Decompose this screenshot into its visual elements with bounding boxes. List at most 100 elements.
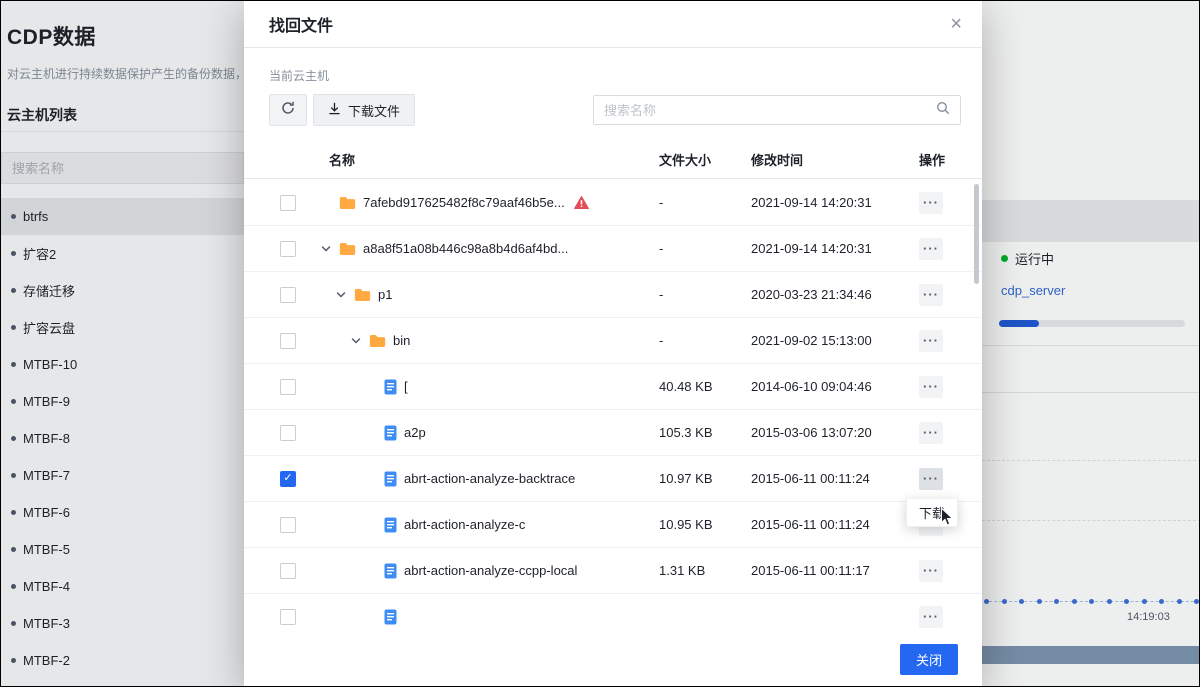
action-cell: ··· (919, 192, 957, 214)
action-cell: ··· (919, 422, 957, 444)
file-modified: 2015-06-11 00:11:17 (751, 563, 919, 578)
download-menu-item[interactable]: 下载 (906, 498, 958, 527)
file-icon (384, 517, 397, 533)
file-row: ✓ abrt-action-analyze-c 10.95 KB 2015-06… (244, 502, 982, 548)
column-header-modified: 修改时间 (751, 150, 919, 169)
file-table-body: ✓ 7afebd917625482f8c79aaf46b5e... - 2021… (244, 180, 982, 631)
row-checkbox[interactable]: ✓ (280, 333, 296, 349)
row-indent (314, 524, 359, 525)
file-name: bin (393, 333, 410, 348)
name-cell: abrt-action-analyze-backtrace (314, 471, 659, 487)
table-header: 名称 文件大小 修改时间 操作 (244, 141, 982, 179)
row-more-button[interactable]: ··· (919, 330, 943, 352)
file-row: ✓ 7afebd917625482f8c79aaf46b5e... - 2021… (244, 180, 982, 226)
file-modified: 2015-06-11 00:11:24 (751, 471, 919, 486)
file-row: ✓ [ 40.48 KB 2014-06-10 09:04:46 ··· (244, 364, 982, 410)
row-indent (314, 478, 359, 479)
checkbox-cell: ✓ (280, 517, 314, 533)
action-cell: ··· (919, 330, 957, 352)
row-more-button[interactable]: ··· (919, 376, 943, 398)
file-icon (384, 609, 397, 625)
file-search-input[interactable] (604, 103, 936, 118)
file-row: ✓ ··· (244, 594, 982, 631)
file-size: 40.48 KB (659, 379, 751, 394)
row-more-button[interactable]: ··· (919, 606, 943, 628)
row-checkbox[interactable]: ✓ (280, 287, 296, 303)
toolbar: 下载文件 (269, 94, 961, 126)
more-icon: ··· (923, 196, 939, 209)
file-modified: 2020-03-23 21:34:46 (751, 287, 919, 302)
download-files-button[interactable]: 下载文件 (313, 94, 415, 126)
chevron-down-icon[interactable] (351, 336, 362, 346)
file-modified: 2021-09-02 15:13:00 (751, 333, 919, 348)
checkbox-cell: ✓ (280, 333, 314, 349)
close-icon[interactable]: × (950, 14, 962, 34)
checkbox-cell: ✓ (280, 287, 314, 303)
file-name: abrt-action-analyze-ccpp-local (404, 563, 577, 578)
row-more-button[interactable]: ··· (919, 560, 943, 582)
more-icon: ··· (923, 564, 939, 577)
checkbox-cell: ✓ (280, 563, 314, 579)
more-icon: ··· (923, 426, 939, 439)
more-icon: ··· (923, 610, 939, 623)
more-icon: ··· (923, 472, 939, 485)
check-icon: ✓ (283, 473, 292, 484)
row-more-button[interactable]: ··· (919, 422, 943, 444)
file-icon (384, 379, 397, 395)
row-checkbox[interactable]: ✓ (280, 517, 296, 533)
file-name: abrt-action-analyze-c (404, 517, 525, 532)
folder-icon (339, 242, 356, 256)
refresh-button[interactable] (269, 94, 307, 126)
table-scrollbar[interactable] (974, 184, 979, 284)
file-icon (384, 425, 397, 441)
more-icon: ··· (923, 288, 939, 301)
row-checkbox[interactable]: ✓ (280, 609, 296, 625)
retrieve-files-modal: 找回文件 × 当前云主机 下载文件 (244, 1, 982, 687)
file-modified: 2015-06-11 00:11:24 (751, 517, 919, 532)
file-row: ✓ a8a8f51a08b446c98a8b4d6af4bd... - 2021… (244, 226, 982, 272)
name-cell: bin (314, 333, 659, 348)
chevron-down-icon[interactable] (336, 290, 347, 300)
folder-icon (354, 288, 371, 302)
row-more-button[interactable]: ··· (919, 284, 943, 306)
name-cell: abrt-action-analyze-ccpp-local (314, 563, 659, 579)
current-host-label: 当前云主机 (269, 67, 329, 84)
folder-icon (369, 334, 386, 348)
folder-icon (339, 196, 356, 210)
file-size: 10.97 KB (659, 471, 751, 486)
row-checkbox[interactable]: ✓ (280, 471, 296, 487)
chevron-down-icon[interactable] (321, 244, 332, 254)
refresh-icon (281, 101, 295, 120)
modal-header: 找回文件 × (244, 1, 982, 48)
file-row: ✓ abrt-action-analyze-ccpp-local 1.31 KB… (244, 548, 982, 594)
file-name: abrt-action-analyze-backtrace (404, 471, 575, 486)
file-size: 105.3 KB (659, 425, 751, 440)
column-header-actions: 操作 (919, 150, 957, 169)
download-icon (328, 102, 341, 118)
screen: CDP数据 对云主机进行持续数据保护产生的备份数据，存放 云主机列表 btrfs… (0, 0, 1200, 687)
row-checkbox[interactable]: ✓ (280, 379, 296, 395)
row-more-button[interactable]: ··· (919, 238, 943, 260)
file-row: ✓ abrt-action-analyze-backtrace 10.97 KB… (244, 456, 982, 502)
file-name: a8a8f51a08b446c98a8b4d6af4bd... (363, 241, 568, 256)
file-icon (384, 563, 397, 579)
row-more-button[interactable]: ··· (919, 192, 943, 214)
close-button[interactable]: 关闭 (900, 644, 958, 675)
checkbox-cell: ✓ (280, 425, 314, 441)
more-icon: ··· (923, 242, 939, 255)
row-checkbox[interactable]: ✓ (280, 425, 296, 441)
row-checkbox[interactable]: ✓ (280, 563, 296, 579)
action-cell: ··· (919, 238, 957, 260)
row-checkbox[interactable]: ✓ (280, 195, 296, 211)
file-row: ✓ a2p 105.3 KB 2015-03-06 13:07:20 ··· (244, 410, 982, 456)
name-cell: 7afebd917625482f8c79aaf46b5e... (314, 195, 659, 210)
checkbox-cell: ✓ (280, 195, 314, 211)
row-more-button[interactable]: ··· (919, 468, 943, 490)
name-cell: p1 (314, 287, 659, 302)
row-checkbox[interactable]: ✓ (280, 241, 296, 257)
name-cell: a2p (314, 425, 659, 441)
file-size: 1.31 KB (659, 563, 751, 578)
search-icon (936, 101, 950, 120)
row-indent (314, 294, 329, 295)
action-cell: ··· (919, 560, 957, 582)
